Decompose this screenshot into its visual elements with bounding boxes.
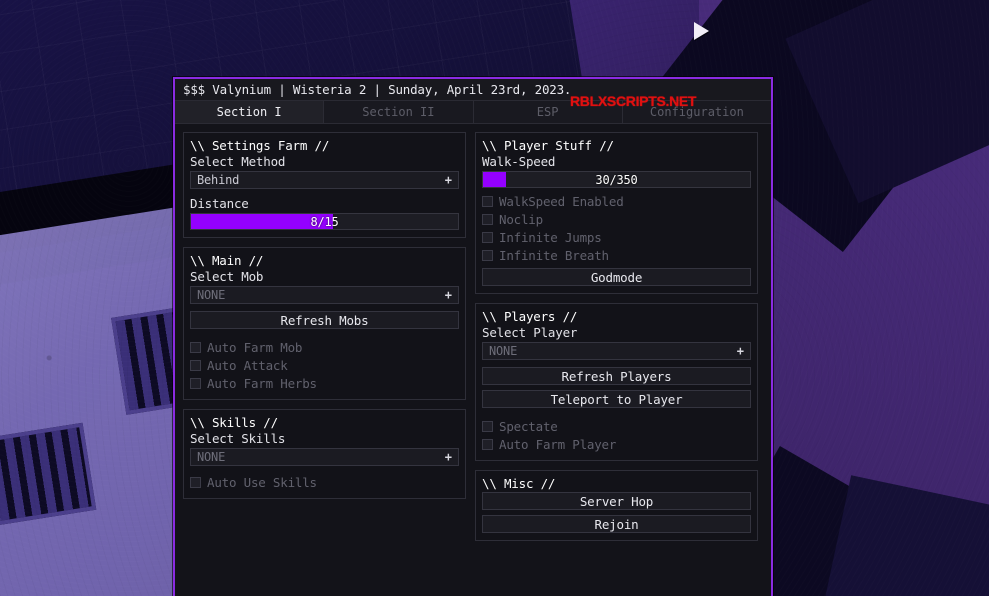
checkbox-auto-use-skills-label: Auto Use Skills: [207, 474, 317, 490]
dropdown-select-skills[interactable]: NONE +: [190, 448, 459, 466]
checkbox-icon: [482, 438, 493, 450]
checkbox-infinite-breath-label: Infinite Breath: [499, 247, 609, 263]
background-window-grate-secondary: [0, 422, 97, 526]
script-gui-window: $$$ Valynium | Wisteria 2 | Sunday, Apri…: [173, 77, 773, 596]
slider-distance-value: 8/15: [310, 214, 339, 229]
tab-content-section-i: \\ Settings Farm // Select Method Behind…: [175, 124, 771, 596]
plus-icon: +: [444, 173, 452, 187]
checkbox-icon: [190, 476, 201, 488]
checkbox-auto-farm-herbs-label: Auto Farm Herbs: [207, 375, 317, 391]
label-distance: Distance: [190, 196, 249, 211]
checkbox-spectate-label: Spectate: [499, 418, 558, 434]
checkbox-infinite-jumps-label: Infinite Jumps: [499, 229, 602, 245]
dropdown-select-method-value: Behind: [197, 173, 240, 187]
group-main: \\ Main // Select Mob NONE + Refresh Mob…: [183, 247, 466, 400]
group-player-stuff: \\ Player Stuff // Walk-Speed 30/350 Wal…: [475, 132, 758, 294]
right-column: \\ Player Stuff // Walk-Speed 30/350 Wal…: [475, 132, 758, 541]
group-skills: \\ Skills // Select Skills NONE + Auto U…: [183, 409, 466, 499]
checkbox-spectate[interactable]: Spectate: [482, 417, 751, 435]
plus-icon: +: [736, 344, 744, 358]
slider-walk-speed[interactable]: 30/350: [482, 171, 751, 188]
tab-section-i[interactable]: Section I: [175, 101, 325, 123]
checkbox-icon: [482, 231, 493, 243]
checkbox-walkspeed-enabled[interactable]: WalkSpeed Enabled: [482, 192, 751, 210]
group-title-player-stuff: \\ Player Stuff //: [482, 138, 614, 153]
checkbox-infinite-jumps[interactable]: Infinite Jumps: [482, 228, 751, 246]
checkbox-auto-farm-herbs[interactable]: Auto Farm Herbs: [190, 374, 459, 392]
checkbox-icon: [190, 341, 201, 353]
group-misc: \\ Misc // Server Hop Rejoin: [475, 470, 758, 541]
left-column: \\ Settings Farm // Select Method Behind…: [183, 132, 466, 499]
label-select-mob: Select Mob: [190, 269, 264, 284]
checkbox-walkspeed-enabled-label: WalkSpeed Enabled: [499, 193, 624, 209]
checkbox-icon: [190, 359, 201, 371]
checkbox-icon: [482, 213, 493, 225]
checkbox-auto-use-skills[interactable]: Auto Use Skills: [190, 473, 459, 491]
checkbox-auto-attack-label: Auto Attack: [207, 357, 288, 373]
arrow-cursor-icon: [694, 22, 709, 40]
tab-section-ii[interactable]: Section II: [324, 101, 474, 123]
slider-distance[interactable]: 8/15: [190, 213, 459, 230]
checkbox-icon: [482, 249, 493, 261]
checkbox-auto-farm-player-label: Auto Farm Player: [499, 436, 617, 452]
label-select-method: Select Method: [190, 154, 286, 169]
window-title: $$$ Valynium | Wisteria 2 | Sunday, Apri…: [183, 82, 572, 97]
server-hop-button[interactable]: Server Hop: [482, 492, 751, 510]
checkbox-infinite-breath[interactable]: Infinite Breath: [482, 246, 751, 264]
dropdown-select-mob[interactable]: NONE +: [190, 286, 459, 304]
dropdown-select-skills-value: NONE: [197, 450, 226, 464]
checkbox-auto-farm-player[interactable]: Auto Farm Player: [482, 435, 751, 453]
plus-icon: +: [444, 288, 452, 302]
checkbox-auto-farm-mob-label: Auto Farm Mob: [207, 339, 303, 355]
group-title-main: \\ Main //: [190, 253, 264, 268]
group-title-players: \\ Players //: [482, 309, 578, 324]
group-title-skills: \\ Skills //: [190, 415, 278, 430]
checkbox-icon: [482, 420, 493, 432]
refresh-mobs-button[interactable]: Refresh Mobs: [190, 311, 459, 329]
checkbox-auto-farm-mob[interactable]: Auto Farm Mob: [190, 338, 459, 356]
dropdown-select-method[interactable]: Behind +: [190, 171, 459, 189]
checkbox-icon: [482, 195, 493, 207]
checkbox-auto-attack[interactable]: Auto Attack: [190, 356, 459, 374]
checkbox-noclip-label: Noclip: [499, 211, 543, 227]
dropdown-select-player[interactable]: NONE +: [482, 342, 751, 360]
label-select-skills: Select Skills: [190, 431, 286, 446]
plus-icon: +: [444, 450, 452, 464]
godmode-button[interactable]: Godmode: [482, 268, 751, 286]
rejoin-button[interactable]: Rejoin: [482, 515, 751, 533]
watermark-label: RBLXSCRIPTS.NET: [570, 93, 697, 109]
game-background: $$$ Valynium | Wisteria 2 | Sunday, Apri…: [0, 0, 989, 596]
slider-walk-speed-value: 30/350: [595, 172, 638, 187]
dropdown-select-mob-value: NONE: [197, 288, 226, 302]
group-title-settings-farm: \\ Settings Farm //: [190, 138, 330, 153]
dropdown-select-player-value: NONE: [489, 344, 518, 358]
group-players: \\ Players // Select Player NONE + Refre…: [475, 303, 758, 461]
refresh-players-button[interactable]: Refresh Players: [482, 367, 751, 385]
group-title-misc: \\ Misc //: [482, 476, 556, 491]
teleport-to-player-button[interactable]: Teleport to Player: [482, 390, 751, 408]
checkbox-noclip[interactable]: Noclip: [482, 210, 751, 228]
group-settings-farm: \\ Settings Farm // Select Method Behind…: [183, 132, 466, 238]
label-walk-speed: Walk-Speed: [482, 154, 556, 169]
checkbox-icon: [190, 377, 201, 389]
label-select-player: Select Player: [482, 325, 578, 340]
